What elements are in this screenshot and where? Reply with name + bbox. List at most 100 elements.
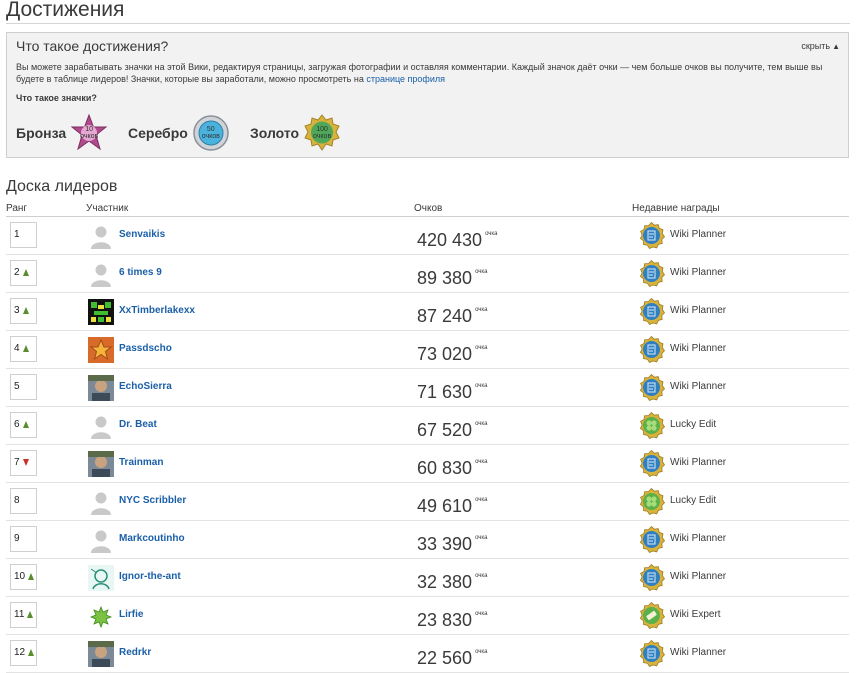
points-value: 67 520 очка xyxy=(417,413,488,441)
points-value: 32 380 очка xyxy=(417,565,488,593)
leaderboard-table: 1 Senvaikis 420 430 очка Wiki Planner 2 6 time… xyxy=(6,216,849,673)
green-star-avatar[interactable] xyxy=(88,603,114,629)
points-value: 73 020 очка xyxy=(417,337,488,365)
rank-number: 5 xyxy=(14,381,20,392)
tier-value: 10 xyxy=(85,126,94,133)
user-link[interactable]: Ignor-the-ant xyxy=(119,571,181,582)
user-link[interactable]: Senvaikis xyxy=(119,229,165,240)
default-avatar[interactable] xyxy=(88,413,114,439)
badges-question: Что такое значки? xyxy=(16,93,97,103)
award-name: Wiki Planner xyxy=(670,229,727,240)
table-row: 4 Passdscho 73 020 очка Wiki Planner xyxy=(6,331,849,369)
photo-avatar[interactable] xyxy=(88,375,114,401)
points-number: 23 830 xyxy=(417,610,473,630)
rank-number: 11 xyxy=(14,609,25,620)
points-unit: очка xyxy=(485,231,498,237)
user-link[interactable]: Lirfie xyxy=(119,609,143,620)
points-number: 33 390 xyxy=(417,534,473,554)
wiki-planner-badge-icon[interactable] xyxy=(638,297,666,326)
lucky-edit-badge-icon[interactable] xyxy=(638,487,666,516)
rank-badge: 7 xyxy=(10,450,37,476)
rank-badge: 5 xyxy=(10,374,37,400)
wiki-expert-badge-icon[interactable] xyxy=(638,601,666,630)
points-unit: очка xyxy=(475,573,488,579)
wiki-planner-badge-icon[interactable] xyxy=(638,563,666,592)
silver-circle-badge-icon: 50 очков xyxy=(192,114,230,152)
award-name: Wiki Planner xyxy=(670,457,727,468)
points-number: 420 430 xyxy=(417,230,483,250)
rank-number: 8 xyxy=(14,495,20,506)
rank-badge: 12 xyxy=(10,640,37,666)
title-divider xyxy=(6,23,850,24)
rank-up-icon xyxy=(22,421,29,428)
page-title: Достижения xyxy=(6,0,125,21)
rank-badge: 2 xyxy=(10,260,37,286)
rank-number: 7 xyxy=(14,457,20,468)
tier-unit: очков xyxy=(201,133,220,140)
lucky-edit-badge-icon[interactable] xyxy=(638,411,666,440)
tier-bronze: Бронза 10 очков xyxy=(16,113,108,153)
photo-avatar[interactable] xyxy=(88,451,114,477)
user-link[interactable]: 6 times 9 xyxy=(119,267,162,278)
table-row: 11 Lirfie 23 830 очка Wiki Expert xyxy=(6,597,849,635)
rank-up-icon xyxy=(27,611,34,618)
points-number: 73 020 xyxy=(417,344,473,364)
rank-badge: 1 xyxy=(10,222,37,248)
points-value: 60 830 очка xyxy=(417,451,488,479)
wiki-planner-badge-icon[interactable] xyxy=(638,259,666,288)
wiki-planner-badge-icon[interactable] xyxy=(638,221,666,250)
rank-number: 10 xyxy=(14,571,26,582)
user-link[interactable]: Redrkr xyxy=(119,647,151,658)
wiki-planner-badge-icon[interactable] xyxy=(638,335,666,364)
rank-number: 2 xyxy=(14,267,20,278)
rank-number: 1 xyxy=(14,229,20,240)
points-value: 22 560 очка xyxy=(417,641,488,669)
user-link[interactable]: EchoSierra xyxy=(119,381,172,392)
pixel-art-avatar[interactable] xyxy=(88,299,114,325)
wiki-planner-badge-icon[interactable] xyxy=(638,639,666,668)
award-name: Lucky Edit xyxy=(670,419,717,430)
default-avatar[interactable] xyxy=(88,527,114,553)
default-avatar[interactable] xyxy=(88,223,114,249)
points-number: 67 520 xyxy=(417,420,473,440)
points-value: 71 630 очка xyxy=(417,375,488,403)
award-name: Wiki Planner xyxy=(670,305,727,316)
table-row: 3 XxTimberlakexx 87 240 очка Wiki Planner xyxy=(6,293,849,331)
tier-label: Бронза xyxy=(16,125,67,141)
user-link[interactable]: Dr. Beat xyxy=(119,419,157,430)
award-name: Wiki Planner xyxy=(670,533,727,544)
points-value: 89 380 очка xyxy=(417,261,488,289)
user-link[interactable]: Markcoutinho xyxy=(119,533,185,544)
rank-number: 12 xyxy=(14,647,26,658)
default-avatar[interactable] xyxy=(88,489,114,515)
star-avatar[interactable] xyxy=(88,337,114,363)
photo-avatar[interactable] xyxy=(88,641,114,667)
rank-badge: 4 xyxy=(10,336,37,362)
points-value: 49 610 очка xyxy=(417,489,488,517)
points-unit: очка xyxy=(475,497,488,503)
award-name: Wiki Expert xyxy=(670,609,721,620)
user-link[interactable]: XxTimberlakexx xyxy=(119,305,195,316)
default-avatar[interactable] xyxy=(88,261,114,287)
sketch-avatar[interactable] xyxy=(88,565,114,591)
wiki-planner-badge-icon[interactable] xyxy=(638,525,666,554)
wiki-planner-badge-icon[interactable] xyxy=(638,373,666,402)
tier-label: Золото xyxy=(250,125,300,141)
rank-number: 4 xyxy=(14,343,20,354)
rank-badge: 3 xyxy=(10,298,37,324)
profile-page-link[interactable]: странице профиля xyxy=(366,74,445,84)
hide-info-link[interactable]: скрыть ▲ xyxy=(801,41,840,51)
hide-label[interactable]: скрыть xyxy=(801,41,830,51)
user-link[interactable]: NYC Scribbler xyxy=(119,495,186,506)
table-row: 5 EchoSierra 71 630 очка Wiki Planner xyxy=(6,369,849,407)
user-link[interactable]: Passdscho xyxy=(119,343,172,354)
tier-value: 50 xyxy=(206,126,215,133)
leaderboard-title: Доска лидеров xyxy=(6,178,118,195)
wiki-planner-badge-icon[interactable] xyxy=(638,449,666,478)
user-link[interactable]: Trainman xyxy=(119,457,163,468)
table-row: 10 Ignor-the-ant 32 380 очка Wiki Planner xyxy=(6,559,849,597)
column-header-points: Очков xyxy=(414,203,443,214)
points-number: 32 380 xyxy=(417,572,473,592)
points-number: 87 240 xyxy=(417,306,473,326)
points-unit: очка xyxy=(475,269,488,275)
